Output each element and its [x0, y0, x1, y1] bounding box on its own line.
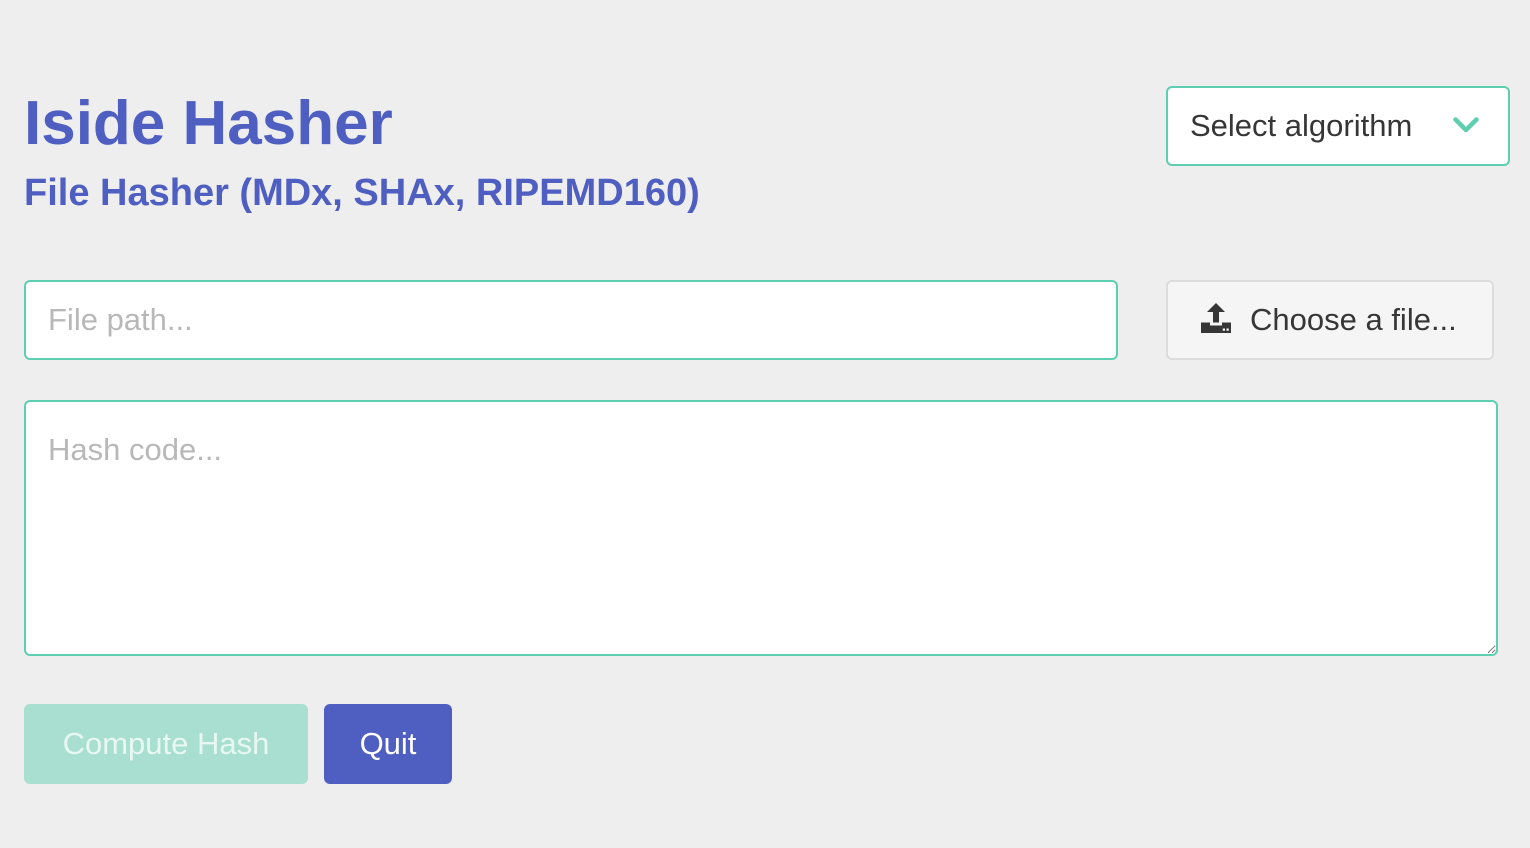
choose-file-button[interactable]: Choose a file... [1166, 280, 1494, 360]
algorithm-select-label: Select algorithm [1190, 108, 1413, 143]
file-path-input[interactable] [24, 280, 1118, 360]
choose-file-label: Choose a file... [1250, 302, 1457, 337]
upload-icon [1198, 300, 1250, 341]
algorithm-select[interactable]: Select algorithm [1166, 86, 1510, 166]
chevron-down-icon [1448, 106, 1508, 147]
hasher-window: Iside Hasher File Hasher (MDx, SHAx, RIP… [0, 0, 1530, 848]
app-subtitle: File Hasher (MDx, SHAx, RIPEMD160) [24, 172, 700, 214]
hash-code-output[interactable] [24, 400, 1498, 656]
app-title: Iside Hasher [24, 89, 393, 158]
compute-hash-button[interactable]: Compute Hash [24, 704, 308, 784]
quit-button[interactable]: Quit [324, 704, 452, 784]
